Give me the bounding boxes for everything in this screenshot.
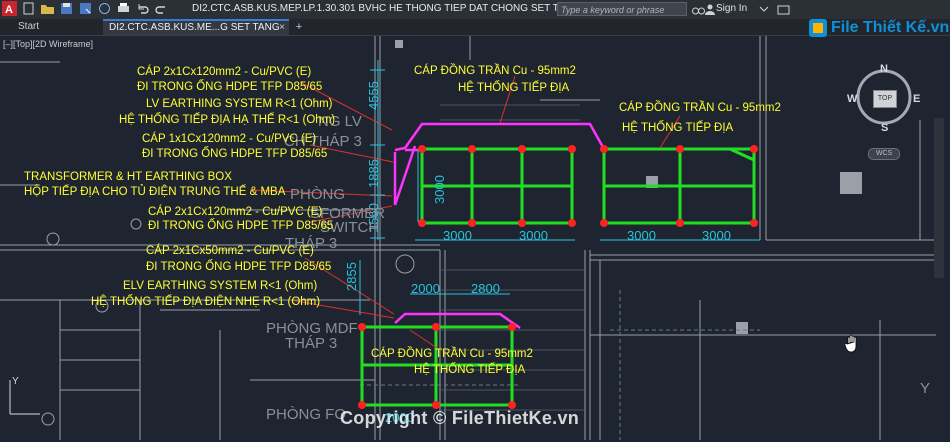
annotation-text: CÁP ĐỒNG TRẦN Cu - 95mm2 — [414, 65, 576, 77]
site-logo: File Thiết Kế.vn — [808, 16, 949, 40]
annotation-text: HỆ THỐNG TIẾP ĐỊA — [458, 82, 570, 94]
new-file-icon[interactable] — [21, 1, 36, 16]
annotation-text: CÁP 2x1Cx120mm2 - Cu/PVC (E) — [137, 66, 312, 78]
dimension-text: 3000 — [519, 228, 548, 243]
annotation-text: LV EARTHING SYSTEM R<1 (Ohm) — [146, 98, 333, 110]
dimension-text: 2000 — [411, 281, 440, 296]
close-tab-icon[interactable]: × — [279, 21, 285, 34]
chevron-down-icon[interactable] — [758, 3, 770, 15]
dimension-text: 2800 — [471, 281, 500, 296]
dimension-text: 3000 — [702, 228, 731, 243]
dimension-text: 3000 — [432, 175, 447, 204]
room-label: Y — [920, 380, 931, 397]
ucs-axis-icon: Y — [9, 376, 40, 415]
annotation-text: TRANSFORMER & HT EARTHING BOX — [24, 171, 232, 183]
logo-text: File Thiết Kế.vn — [831, 19, 950, 36]
viewport-controls-label[interactable]: [–][Top][2D Wireframe] — [3, 39, 93, 49]
wcs-menu[interactable]: WCS — [868, 148, 900, 160]
annotation-text: CÁP 2x1Cx50mm2 - Cu/PVC (E) — [146, 245, 314, 257]
annotation-text: ĐI TRONG ỐNG HDPE TFP D85/65 — [137, 81, 323, 93]
compass-east[interactable]: E — [913, 93, 920, 105]
annotation-text: CÁP ĐỒNG TRẦN Cu - 95mm2 — [371, 348, 533, 360]
sign-in-link[interactable]: Sign In — [716, 3, 747, 14]
undo-icon[interactable] — [135, 1, 150, 16]
user-icon[interactable] — [704, 3, 716, 15]
annotation-text: HỘP TIẾP ĐỊA CHO TỦ ĐIỆN TRUNG THẾ & MBA — [24, 186, 286, 198]
search-input[interactable]: Type a keyword or phrase — [557, 2, 687, 16]
quick-access-toolbar: A — [2, 1, 169, 16]
dimension-text: 2855 — [344, 262, 359, 291]
annotation-text: ĐI TRONG ỐNG HDPE TFP D85/65 — [146, 261, 332, 273]
logo-icon — [809, 19, 827, 37]
save-icon[interactable] — [59, 1, 74, 16]
annotation-text: CÁP 2x1Cx120mm2 - Cu/PVC (E) — [148, 206, 323, 218]
dimension-text: 3000 — [443, 228, 472, 243]
hand-pan-cursor-icon — [845, 334, 857, 353]
print-icon[interactable] — [116, 1, 131, 16]
annotation-text: HỆ THỐNG TIẾP ĐỊA ĐIỆN NHẸ R<1 (Ohm) — [91, 296, 321, 308]
annotation-text: ĐI TRONG ỐNG HDPE TFP D85/65 — [148, 220, 334, 232]
annotation-text: CÁP ĐỒNG TRẦN Cu - 95mm2 — [619, 102, 781, 114]
annotation-text: ELV EARTHING SYSTEM R<1 (Ohm) — [123, 280, 318, 292]
room-label: PHÒNG — [290, 186, 346, 203]
document-title: DI2.CTC.ASB.KUS.MEP.LP.1.30.301 BVHC HE … — [192, 3, 605, 14]
annotation-text: CÁP 1x1Cx120mm2 - Cu/PVC (E) — [142, 133, 317, 145]
dimension-text: 3000 — [627, 228, 656, 243]
annotation-text: HỆ THỐNG TIẾP ĐỊA HẠ THẾ R<1 (Ohm) — [119, 114, 336, 126]
autocad-logo-icon[interactable]: A — [2, 1, 17, 16]
room-label: THÁP 3 — [285, 335, 338, 352]
tab-start[interactable]: Start — [12, 19, 100, 35]
dimension-text: 1885 — [366, 159, 381, 188]
redo-icon[interactable] — [154, 1, 169, 16]
open-folder-icon[interactable] — [40, 1, 55, 16]
svg-text:Y: Y — [12, 376, 19, 387]
compass-north[interactable]: N — [880, 63, 888, 75]
svg-text:A: A — [5, 4, 13, 16]
annotation-text: HỆ THỐNG TIẾP ĐỊA — [622, 122, 734, 134]
save-as-icon[interactable] — [78, 1, 93, 16]
tab-active-drawing[interactable]: DI2.CTC.ASB.KUS.ME...G SET TANG HAM 2* × — [103, 19, 289, 46]
exchange-icon[interactable] — [777, 3, 790, 16]
navigation-bar[interactable] — [934, 118, 944, 278]
room-label: PHÒNG FO — [266, 406, 347, 423]
copyright-watermark: Copyright © FileThietKe.vn — [340, 408, 580, 428]
compass-west[interactable]: W — [847, 93, 857, 105]
drawing-canvas[interactable] — [0, 36, 950, 442]
dimension-text: 4555 — [366, 81, 381, 110]
annotation-text: HỆ THỐNG TIẾP ĐỊA — [414, 364, 526, 376]
new-tab-button[interactable]: + — [292, 19, 306, 35]
viewcube-top-face[interactable]: TOP — [873, 90, 897, 108]
web-icon[interactable] — [97, 1, 112, 16]
compass-south[interactable]: S — [881, 122, 888, 134]
annotation-text: ĐI TRONG ỐNG HDPE TFP D85/65 — [142, 148, 328, 160]
